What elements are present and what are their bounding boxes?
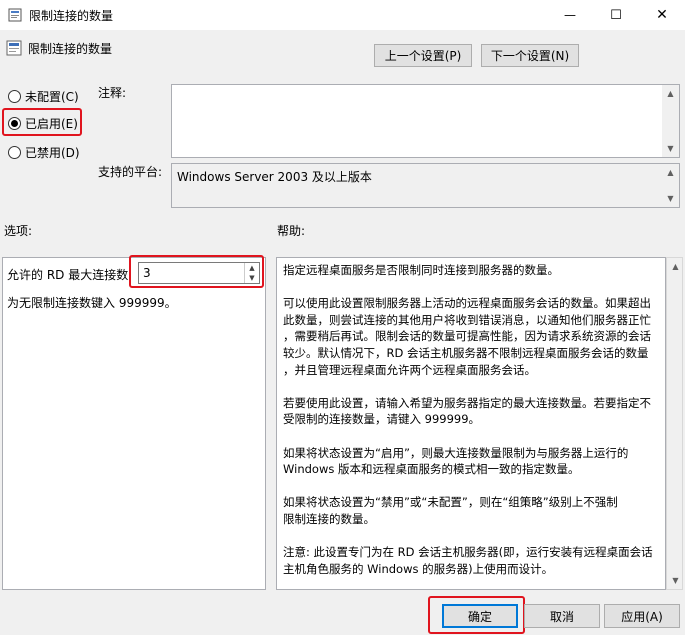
radio-label: 已禁用(D) — [25, 146, 80, 160]
scroll-up-icon[interactable]: ▲ — [662, 164, 679, 181]
options-hint: 为无限制连接数键入 999999。 — [7, 296, 177, 310]
help-line: ，并且管理远程桌面允许两个远程桌面服务会话。 — [283, 362, 536, 377]
next-setting-button[interactable]: 下一个设置(N) — [481, 44, 579, 67]
radio-circle — [8, 146, 21, 159]
close-button[interactable]: ✕ — [639, 0, 685, 30]
help-line: 如果将状态设置为“禁用”或“未配置”，则在“组策略”级别上不强制 — [283, 495, 618, 510]
minimize-icon: — — [564, 8, 576, 22]
platform-value: Windows Server 2003 及以上版本 — [177, 170, 372, 184]
scroll-down-icon[interactable]: ▼ — [662, 190, 679, 207]
radio-not-configured[interactable]: 未配置(C) — [8, 88, 79, 105]
help-scrollbar[interactable]: ▲ ▼ — [666, 257, 683, 590]
previous-setting-button[interactable]: 上一个设置(P) — [374, 44, 472, 67]
scroll-up-icon[interactable]: ▲ — [667, 258, 684, 275]
help-line: 若要使用此设置，请输入希望为服务器指定的最大连接数量。若要指定不 — [283, 395, 651, 410]
scroll-down-icon[interactable]: ▼ — [667, 572, 684, 589]
help-line: 此数量，则尝试连接的其他用户将收到错误消息，以通知他们服务器正忙 — [283, 312, 651, 327]
comment-label: 注释: — [98, 86, 127, 100]
window-title: 限制连接的数量 — [29, 9, 114, 23]
help-line: 较少。默认情况下，RD 会话主机服务器不限制远程桌面服务会话的数量 — [283, 346, 649, 360]
apply-button[interactable]: 应用(A) — [604, 604, 680, 628]
help-line: ，需要稍后再试。限制会话的数量可提高性能，因为请求系统资源的会话 — [283, 329, 651, 344]
comment-scrollbar[interactable]: ▲ ▼ — [662, 85, 679, 157]
close-icon: ✕ — [656, 7, 668, 23]
highlight-box — [129, 255, 264, 288]
options-label: 选项: — [4, 224, 33, 238]
policy-icon — [8, 8, 22, 22]
help-line: 主机角色服务的 Windows 的服务器)上使用而设计。 — [283, 561, 554, 576]
comment-textarea[interactable]: ▲ ▼ — [171, 84, 680, 158]
help-line: Windows 版本和远程桌面服务的模式相一致的指定数量。 — [283, 462, 580, 477]
scroll-down-icon[interactable]: ▼ — [662, 140, 679, 157]
ok-button[interactable]: 确定 — [442, 604, 518, 628]
cancel-button[interactable]: 取消 — [524, 604, 600, 628]
platform-box: Windows Server 2003 及以上版本 ▲ ▼ — [171, 163, 680, 208]
help-line: 指定远程桌面服务是否限制同时连接到服务器的数量。 — [283, 263, 559, 277]
radio-circle — [8, 90, 21, 103]
radio-circle — [8, 117, 21, 130]
title-bar: 限制连接的数量 — ☐ ✕ — [0, 0, 685, 30]
policy-name: 限制连接的数量 — [28, 42, 113, 56]
radio-enabled[interactable]: 已启用(E) — [8, 115, 78, 132]
help-line: 可以使用此设置限制服务器上活动的远程桌面服务会话的数量。如果超出 — [283, 296, 651, 311]
help-panel: 指定远程桌面服务是否限制同时连接到服务器的数量。可以使用此设置限制服务器上活动的… — [276, 257, 666, 590]
radio-selected-dot — [11, 120, 18, 127]
minimize-button[interactable]: — — [547, 0, 593, 30]
help-line: 如果将状态设置为“启用”，则最大连接数量限制为与服务器上运行的 — [283, 445, 629, 460]
help-line: 注意: 此设置专门为在 RD 会话主机服务器(即，运行安装有远程桌面会话 — [283, 545, 653, 560]
options-panel: 允许的 RD 最大连接数 3 ▲ ▼ 为无限制连接数键入 999999。 — [2, 257, 266, 590]
max-connections-label: 允许的 RD 最大连接数 — [7, 268, 129, 282]
help-line: 限制连接的数量。 — [283, 512, 375, 526]
radio-label: 已启用(E) — [25, 117, 78, 131]
platform-scrollbar[interactable]: ▲ ▼ — [662, 164, 679, 207]
settings-icon — [6, 40, 22, 56]
help-line: 受限制的连接数量，请键入 999999。 — [283, 412, 481, 427]
maximize-icon: ☐ — [610, 7, 622, 23]
help-label: 帮助: — [277, 224, 306, 238]
maximize-button[interactable]: ☐ — [593, 0, 639, 30]
radio-disabled[interactable]: 已禁用(D) — [8, 144, 80, 161]
radio-label: 未配置(C) — [25, 90, 79, 104]
scroll-up-icon[interactable]: ▲ — [662, 85, 679, 102]
platform-label: 支持的平台: — [98, 165, 163, 179]
